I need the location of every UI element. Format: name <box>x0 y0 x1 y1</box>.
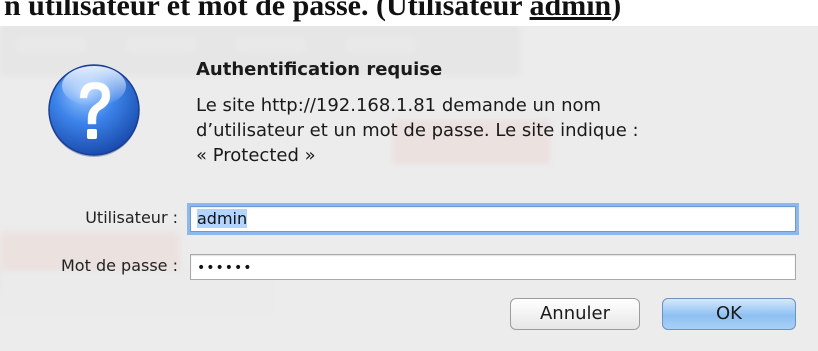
username-value: admin <box>197 209 248 228</box>
heading-text: n utilisateur et mot de passe. <box>4 0 369 22</box>
username-label: Utilisateur : <box>85 208 178 227</box>
dialog-message: Le site http://192.168.1.81 demande un n… <box>196 93 756 168</box>
password-label: Mot de passe : <box>61 256 178 275</box>
authentication-dialog: Authentification requise Le site http://… <box>0 24 818 351</box>
heading-text: ) <box>611 0 622 22</box>
dialog-title: Authentification requise <box>196 59 443 80</box>
dialog-message-line: d’utilisateur et un mot de passe. Le sit… <box>196 120 639 141</box>
document-heading: n utilisateur et mot de passe. (Utilisat… <box>0 0 818 26</box>
password-value: •••••• <box>197 260 253 276</box>
dialog-message-line: « Protected » <box>196 145 316 166</box>
question-mark-icon <box>48 64 140 157</box>
dialog-message-line: Le site http://192.168.1.81 demande un n… <box>196 95 602 116</box>
ok-button[interactable]: OK <box>662 298 796 330</box>
password-input[interactable]: •••••• <box>190 254 796 280</box>
cancel-button[interactable]: Annuler <box>510 298 640 330</box>
username-input[interactable]: admin <box>190 206 796 232</box>
heading-username-link[interactable]: admin <box>530 0 612 22</box>
heading-text: (Utilisateur <box>368 0 530 22</box>
